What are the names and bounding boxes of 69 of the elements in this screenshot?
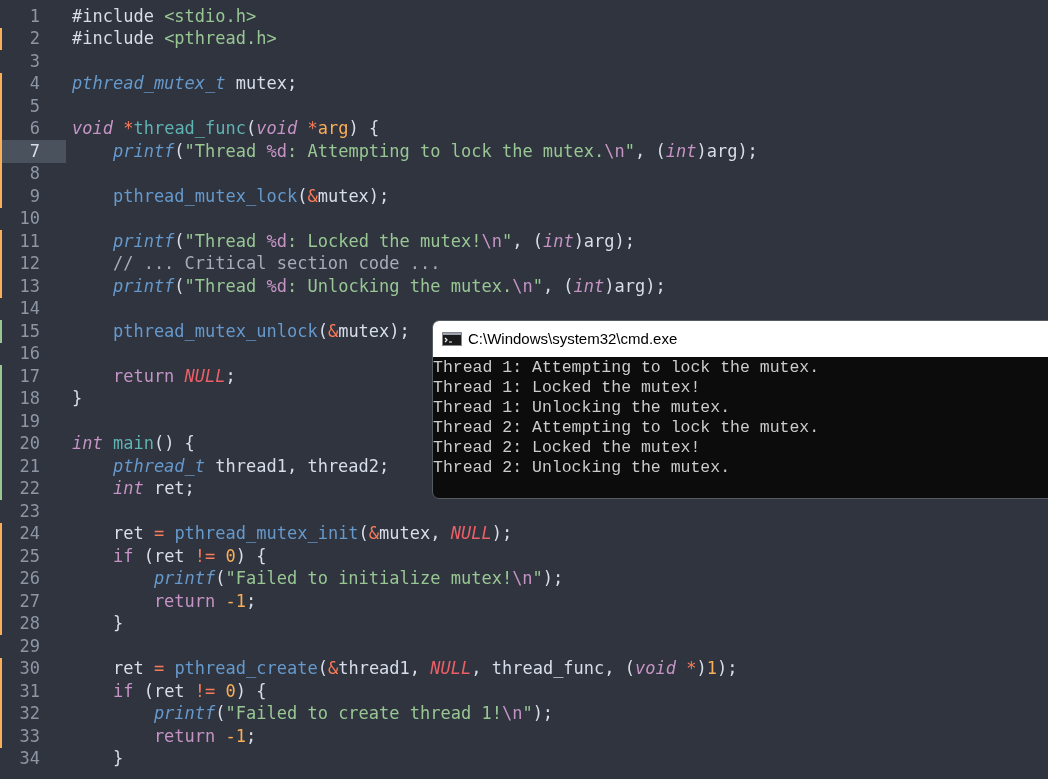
- code-line: printf("Failed to initialize mutex!\n");: [152, 567, 564, 590]
- line-number: 11: [18, 230, 41, 253]
- line-number: 29: [18, 635, 41, 658]
- line-number: 25: [18, 545, 41, 568]
- code-line: }: [111, 747, 124, 770]
- line-number: 27: [18, 590, 41, 613]
- line-number: 33: [18, 725, 41, 748]
- line-number: 8: [28, 162, 41, 185]
- code-line: if (ret != 0) {: [111, 544, 267, 568]
- line-number: 1: [28, 5, 41, 28]
- line-number: 4: [28, 72, 41, 95]
- line-number: 28: [18, 612, 41, 635]
- console-output-line: Thread 2: Locked the mutex!: [433, 438, 701, 458]
- line-number: 17: [18, 365, 41, 388]
- line-number: 32: [18, 702, 41, 725]
- line-number: 18: [18, 387, 41, 410]
- change-marker: [0, 320, 2, 343]
- console-output-line: Thread 1: Unlocking the mutex.: [433, 398, 731, 418]
- console-output-line: Thread 1: Locked the mutex!: [433, 378, 701, 398]
- terminal-icon: [442, 332, 462, 346]
- line-number: 12: [18, 252, 41, 275]
- code-line: return -1;: [152, 724, 257, 748]
- line-number: 7: [2, 140, 66, 163]
- line-number: 26: [18, 567, 41, 590]
- line-number: 19: [18, 410, 41, 433]
- code-line: int ret;: [111, 477, 195, 500]
- code-line: return -1;: [152, 589, 257, 613]
- line-number: 6: [28, 117, 41, 140]
- line-number: 10: [18, 207, 41, 230]
- code-line: printf("Thread %d: Locked the mutex!\n", (int)arg);: [111, 229, 636, 253]
- code-line: }: [111, 612, 124, 635]
- line-number: 31: [18, 680, 41, 703]
- code-line: ret = pthread_mutex_init(&mutex, NULL);: [111, 522, 513, 545]
- code-line: #include <pthread.h>: [72, 27, 277, 50]
- code-line: ret = pthread_create(&thread1, NULL, thread_func, (void *)1);: [111, 657, 738, 680]
- line-number: 24: [18, 522, 41, 545]
- line-number: 16: [18, 342, 41, 365]
- code-line: }: [72, 387, 83, 410]
- code-line: if (ret != 0) {: [111, 679, 267, 703]
- code-line: return NULL;: [111, 364, 236, 388]
- line-number: 20: [18, 432, 41, 455]
- line-number: 34: [18, 747, 41, 770]
- code-line: // ... Critical section code ...: [111, 252, 441, 275]
- code-line: #include <stdio.h>: [72, 4, 257, 28]
- line-number: 30: [18, 657, 41, 680]
- code-line: pthread_mutex_lock(&mutex);: [111, 184, 390, 208]
- line-number: 3: [28, 50, 41, 73]
- line-number: 14: [18, 297, 41, 320]
- line-number: 23: [18, 500, 41, 523]
- console-output-line: Thread 1: Attempting to lock the mutex.: [433, 358, 820, 378]
- line-number: 2: [28, 27, 41, 50]
- line-number: 21: [18, 455, 41, 478]
- line-number: 15: [18, 320, 41, 343]
- line-number: 5: [28, 95, 41, 118]
- code-line: pthread_mutex_t mutex;: [72, 72, 298, 95]
- code-line: printf("Failed to create thread 1!\n");: [152, 702, 554, 725]
- console-output-line: Thread 2: Unlocking the mutex.: [433, 458, 731, 478]
- line-number: 13: [18, 275, 41, 298]
- code-line: printf("Thread %d: Unlocking the mutex.\n", (int)arg);: [111, 274, 666, 298]
- console-output-line: Thread 2: Attempting to lock the mutex.: [433, 418, 820, 438]
- code-line: int main() {: [72, 432, 195, 455]
- console-title: C:\Windows\system32\cmd.exe: [468, 328, 678, 349]
- change-marker: [0, 27, 2, 50]
- line-number: 9: [28, 185, 41, 208]
- line-number: 22: [18, 477, 41, 500]
- code-line: printf("Thread %d: Attempting to lock the mutex.\n", (int)arg);: [111, 139, 758, 163]
- code-line: void *thread_func(void *arg) {: [72, 117, 380, 140]
- code-line: pthread_t thread1, thread2;: [111, 454, 390, 478]
- code-line: pthread_mutex_unlock(&mutex);: [111, 319, 410, 343]
